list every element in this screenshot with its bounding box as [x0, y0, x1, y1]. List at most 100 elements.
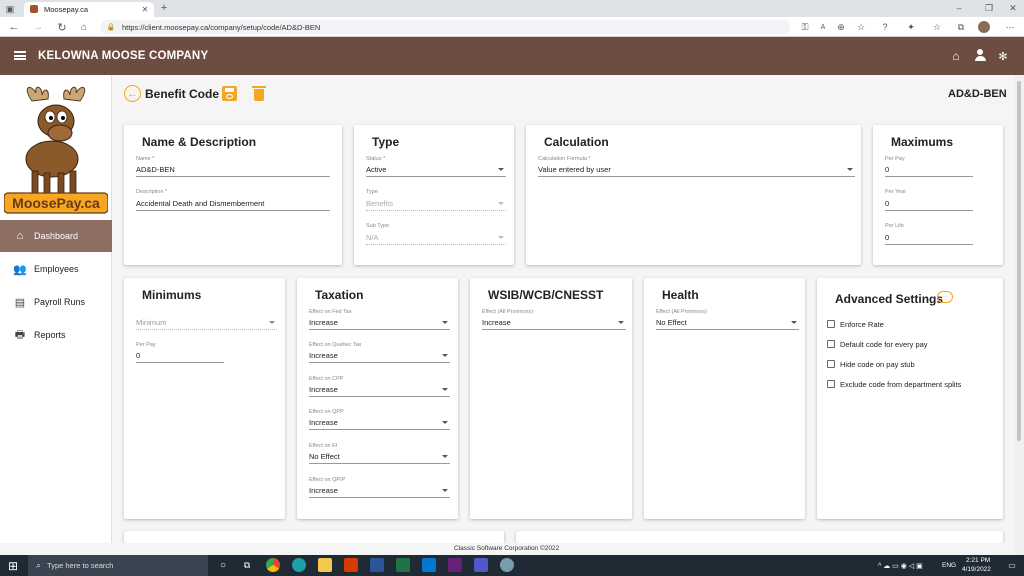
collections-icon[interactable]: ⧉ [956, 21, 966, 33]
printer-icon: 🖶 [14, 328, 26, 341]
max-per-pay-field[interactable]: 0 [885, 165, 973, 177]
qpp-select[interactable]: Increase [309, 418, 450, 430]
qpip-select[interactable]: Increase [309, 486, 450, 498]
puzzle-icon[interactable]: ✦ [906, 21, 916, 33]
ei-select[interactable]: No Effect [309, 452, 450, 464]
card-title: WSIB/WCB/CNESST [488, 288, 604, 302]
comment-icon[interactable]: … [937, 291, 953, 303]
minimum-select[interactable]: Minimum [136, 318, 277, 330]
windows-start-icon[interactable]: ⊞ [6, 559, 20, 573]
chevron-down-icon [618, 321, 624, 324]
subtype-select: N/A [366, 233, 506, 245]
teams-icon[interactable] [474, 558, 488, 572]
home-icon[interactable]: ⌂ [948, 49, 964, 63]
min-per-pay-field[interactable]: 0 [136, 351, 224, 363]
excel-icon[interactable] [396, 558, 410, 572]
tab-actions-icon[interactable]: ▣ [4, 3, 16, 15]
acrobat-icon[interactable] [344, 558, 358, 572]
formula-select[interactable]: Value entered by user [538, 165, 855, 177]
sidebar-item-dashboard[interactable]: ⌂ Dashboard [0, 220, 112, 252]
close-tab-icon[interactable]: ✕ [140, 4, 150, 14]
card-title: Taxation [315, 288, 364, 302]
favorites-icon[interactable]: ☆ [932, 21, 942, 33]
forward-arrow-icon[interactable]: → [32, 21, 44, 33]
chevron-down-icon [442, 321, 448, 324]
save-button[interactable] [222, 86, 237, 101]
chevron-down-icon [269, 321, 275, 324]
user-icon[interactable] [974, 49, 986, 63]
key-icon[interactable]: ⚿ [800, 21, 810, 33]
zoom-icon[interactable]: ⊕ [836, 21, 846, 33]
enforce-rate-checkbox[interactable] [827, 320, 835, 328]
system-tray-icons[interactable]: ^ ☁ ▭ ◉ ◁ ▣ [878, 560, 938, 572]
max-per-pay-label: Per Pay [885, 156, 905, 162]
status-label: Status * [366, 156, 386, 162]
sidebar-item-payroll-runs[interactable]: ▤ Payroll Runs [0, 286, 112, 318]
url-field[interactable]: 🔒 https://client.moosepay.ca/company/set… [100, 20, 790, 34]
hide-code-checkbox[interactable] [827, 360, 835, 368]
people-icon: 👥 [13, 263, 27, 276]
footer: Classic Software Corporation ©2022 [112, 543, 1012, 555]
cpp-value: Increase [309, 385, 338, 394]
extension-icon[interactable]: ? [880, 21, 890, 33]
sidebar-item-employees[interactable]: 👥 Employees [0, 253, 112, 285]
word-icon[interactable] [370, 558, 384, 572]
new-tab-icon[interactable]: + [158, 2, 170, 14]
max-per-year-field[interactable]: 0 [885, 199, 973, 211]
moose-settings-icon[interactable]: ✻ [996, 49, 1010, 63]
quebec-tax-select[interactable]: Increase [309, 351, 450, 363]
description-field[interactable]: Accidental Death and Dismemberment [136, 199, 330, 211]
minimize-icon[interactable]: – [952, 2, 966, 14]
delete-button[interactable] [251, 85, 267, 102]
back-button[interactable]: ← [124, 85, 141, 102]
card-title: Minimums [142, 288, 202, 302]
profile-avatar[interactable] [978, 21, 990, 33]
subtype-label: Sub Type [366, 223, 390, 229]
more-menu-icon[interactable]: ⋯ [1004, 21, 1016, 33]
notifications-icon[interactable]: ▭ [1006, 559, 1018, 571]
cortana-icon[interactable]: ○ [216, 558, 230, 572]
outlook-icon[interactable] [422, 558, 436, 572]
fed-tax-select[interactable]: Increase [309, 318, 450, 330]
scrollbar-thumb[interactable] [1017, 81, 1021, 441]
qpip-value: Increase [309, 486, 338, 495]
file-explorer-icon[interactable] [318, 558, 332, 572]
clock-time[interactable]: 2:21 PM [966, 557, 990, 564]
app-icon[interactable] [500, 558, 514, 572]
edge-icon[interactable] [292, 558, 306, 572]
chevron-down-icon [498, 202, 504, 205]
ei-label: Effect on EI [309, 443, 338, 449]
card-title: Health [662, 288, 699, 302]
max-per-life-field[interactable]: 0 [885, 233, 973, 245]
name-field[interactable]: AD&D-BEN [136, 165, 330, 177]
chevron-down-icon [847, 168, 853, 171]
scrollbar-track[interactable] [1014, 75, 1024, 555]
home-icon[interactable]: ⌂ [78, 21, 90, 33]
maximize-icon[interactable]: ❐ [982, 2, 996, 14]
clock-date[interactable]: 4/19/2022 [962, 566, 991, 573]
exclude-code-checkbox[interactable] [827, 380, 835, 388]
taskbar-search[interactable]: ⌕ Type here to search [28, 555, 208, 576]
health-effect-select[interactable]: No Effect [656, 318, 799, 330]
refresh-icon[interactable]: ↻ [56, 21, 68, 34]
minimum-placeholder: Minimum [136, 318, 167, 327]
read-aloud-icon[interactable]: A [818, 21, 828, 33]
browser-tab[interactable]: Moosepay.ca ✕ [24, 2, 154, 17]
wsib-effect-select[interactable]: Increase [482, 318, 626, 330]
hamburger-menu-icon[interactable] [14, 51, 26, 60]
favorite-star-icon[interactable]: ☆ [856, 21, 866, 33]
name-description-card: Name & Description Name * AD&D-BEN Descr… [124, 125, 342, 265]
chevron-down-icon [791, 321, 797, 324]
cpp-select[interactable]: Increase [309, 385, 450, 397]
language-indicator[interactable]: ENG [942, 562, 956, 569]
default-code-checkbox[interactable] [827, 340, 835, 348]
close-window-icon[interactable]: ✕ [1006, 2, 1020, 14]
status-select[interactable]: Active [366, 165, 506, 177]
formula-label: Calculation Formula * [538, 156, 591, 162]
visual-studio-icon[interactable] [448, 558, 462, 572]
chrome-icon[interactable] [266, 558, 280, 572]
back-arrow-icon[interactable]: ← [8, 21, 20, 33]
sidebar-item-reports[interactable]: 🖶 Reports [0, 319, 112, 351]
task-view-icon[interactable]: ⧉ [240, 558, 254, 572]
type-label: Type [366, 189, 378, 195]
